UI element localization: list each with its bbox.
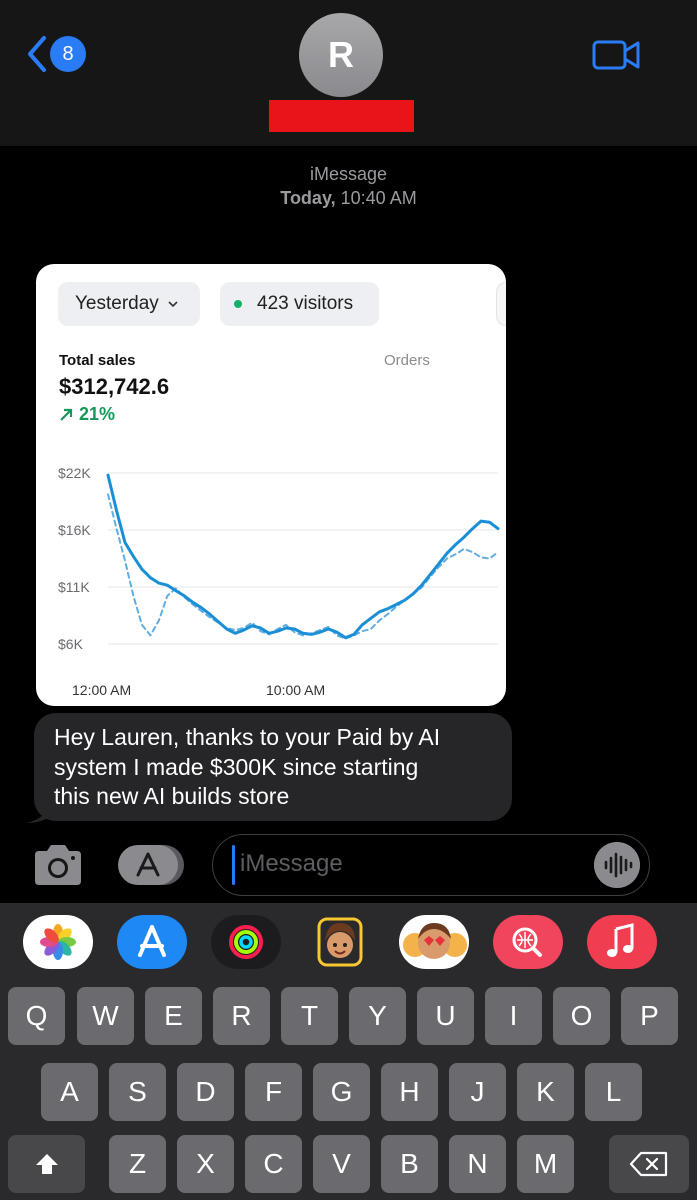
key-z[interactable]: Z: [109, 1135, 166, 1193]
redacted-contact-name: [269, 100, 414, 132]
key-g[interactable]: G: [313, 1063, 370, 1121]
key-a[interactable]: A: [41, 1063, 98, 1121]
key-r[interactable]: R: [213, 987, 270, 1045]
key-i[interactable]: I: [485, 987, 542, 1045]
key-h[interactable]: H: [381, 1063, 438, 1121]
key-c[interactable]: C: [245, 1135, 302, 1193]
key-j[interactable]: J: [449, 1063, 506, 1121]
key-w[interactable]: W: [77, 987, 134, 1045]
app-store-icon[interactable]: [117, 915, 187, 969]
key-u[interactable]: U: [417, 987, 474, 1045]
key-q[interactable]: Q: [8, 987, 65, 1045]
growth-indicator: 21%: [59, 404, 115, 425]
visitors-pill: 423 visitors: [220, 282, 379, 326]
audio-message-button[interactable]: [594, 842, 640, 888]
comparison-series-line: [107, 493, 499, 640]
conversation-header: 8 R: [0, 0, 697, 146]
key-o[interactable]: O: [553, 987, 610, 1045]
key-b[interactable]: B: [381, 1135, 438, 1193]
memoji-stickers-icon[interactable]: [399, 915, 469, 969]
video-call-button[interactable]: [592, 38, 642, 72]
message-line: system I made $300K since starting: [54, 753, 419, 780]
y-axis-labels: $22K $16K $11K $6K: [58, 465, 91, 652]
x-tick-label: 12:00 AM: [72, 682, 131, 698]
apps-button[interactable]: [118, 845, 184, 885]
key-x[interactable]: X: [177, 1135, 234, 1193]
contact-avatar[interactable]: R: [299, 13, 383, 97]
key-s[interactable]: S: [109, 1063, 166, 1121]
sales-line-chart: $22K $16K $11K $6K 12:00 AM 10:00 AM: [58, 465, 500, 698]
backspace-key[interactable]: [609, 1135, 689, 1193]
key-n[interactable]: N: [449, 1135, 506, 1193]
y-tick-label: $22K: [58, 465, 91, 481]
key-p[interactable]: P: [621, 987, 678, 1045]
partial-pill: [496, 282, 506, 326]
chart-grid: [108, 472, 498, 645]
visitors-label: 423 visitors: [257, 293, 354, 314]
y-tick-label: $16K: [58, 522, 91, 538]
music-app-icon[interactable]: [587, 915, 657, 969]
chevron-down-icon: [168, 301, 178, 308]
orders-label: Orders: [384, 352, 430, 369]
backspace-icon: [629, 1151, 668, 1177]
camera-button[interactable]: [31, 843, 85, 887]
message-line: Hey Lauren, thanks to your Paid by AI: [54, 724, 441, 750]
x-axis-labels: 12:00 AM 10:00 AM: [72, 682, 325, 698]
key-v[interactable]: V: [313, 1135, 370, 1193]
chart-series: [106, 473, 500, 640]
received-message-bubble[interactable]: Hey Lauren, thanks to your Paid by AI sy…: [34, 713, 512, 821]
key-t[interactable]: T: [281, 987, 338, 1045]
key-f[interactable]: F: [245, 1063, 302, 1121]
message-input-placeholder: iMessage: [240, 850, 343, 877]
text-cursor: [232, 845, 235, 885]
shift-key[interactable]: [8, 1135, 85, 1193]
date-filter-pill: Yesterday: [58, 282, 200, 326]
key-e[interactable]: E: [145, 987, 202, 1045]
service-label: iMessage: [309, 164, 388, 184]
back-button[interactable]: 8: [26, 34, 86, 74]
x-tick-label: 10:00 AM: [266, 682, 325, 698]
message-timestamp: Today, 10:40 AM: [0, 188, 697, 209]
total-sales-value: $312,742.6: [59, 374, 170, 399]
arrow-up-right-icon: [60, 408, 73, 421]
activity-rings-icon[interactable]: [211, 915, 281, 969]
key-k[interactable]: K: [517, 1063, 574, 1121]
unread-count-badge: 8: [50, 36, 86, 72]
key-y[interactable]: Y: [349, 987, 406, 1045]
y-tick-label: $11K: [58, 579, 90, 595]
key-d[interactable]: D: [177, 1063, 234, 1121]
y-tick-label: $6K: [58, 636, 84, 652]
chevron-left-icon: [28, 36, 46, 72]
growth-percent: 21%: [79, 404, 116, 424]
photos-app-icon[interactable]: [23, 915, 93, 969]
key-l[interactable]: L: [585, 1063, 642, 1121]
sales-series-line: [106, 473, 500, 640]
image-search-icon[interactable]: [493, 915, 563, 969]
date-filter-label: Yesterday: [75, 293, 159, 314]
timestamp-day: Today,: [280, 188, 336, 208]
total-sales-label: Total sales: [59, 352, 136, 369]
timestamp-time: 10:40 AM: [340, 188, 417, 208]
live-dot-icon: [234, 300, 242, 308]
memoji-icon[interactable]: [305, 915, 375, 969]
shift-arrow-icon: [35, 1154, 58, 1174]
image-attachment[interactable]: Yesterday 423 visitors Total sales Order…: [36, 264, 506, 706]
key-m[interactable]: M: [517, 1135, 574, 1193]
message-line: this new AI builds store: [54, 783, 290, 809]
